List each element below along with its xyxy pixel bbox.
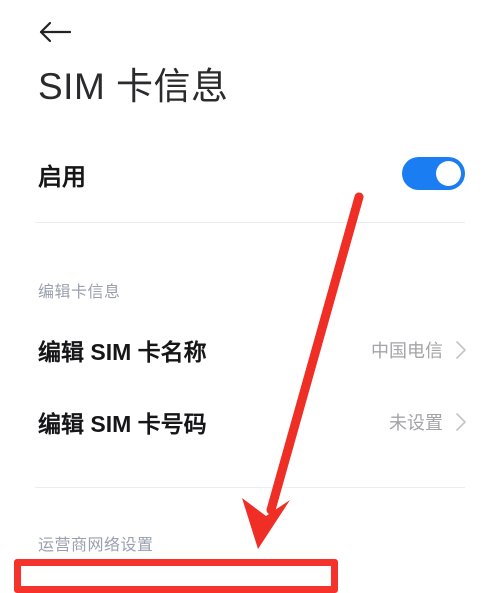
row-edit-sim-name-value: 中国电信 bbox=[371, 341, 443, 361]
toggle-knob bbox=[436, 161, 461, 186]
row-edit-sim-number-right: 未设置 bbox=[389, 394, 467, 450]
row-edit-sim-number-label: 编辑 SIM 卡号码 bbox=[38, 411, 207, 437]
arrow-left-icon bbox=[38, 21, 71, 43]
enable-sim-label: 启用 bbox=[38, 163, 86, 191]
row-edit-sim-number[interactable]: 编辑 SIM 卡号码 未设置 bbox=[0, 394, 500, 450]
back-button[interactable] bbox=[32, 12, 76, 52]
row-edit-sim-name-right: 中国电信 bbox=[371, 322, 467, 378]
divider-top bbox=[35, 222, 465, 223]
chevron-right-icon bbox=[455, 340, 467, 360]
sim-card-info-screen: SIM 卡信息 启用 编辑卡信息 编辑 SIM 卡名称 中国电信 编辑 SIM … bbox=[0, 0, 500, 593]
row-edit-sim-number-value: 未设置 bbox=[389, 413, 443, 433]
divider-bottom bbox=[35, 487, 465, 488]
section-header-edit-card-info: 编辑卡信息 bbox=[38, 284, 121, 301]
red-annotation-highlight-box bbox=[14, 559, 338, 593]
section-header-carrier-network-settings: 运营商网络设置 bbox=[38, 537, 154, 554]
top-app-bar bbox=[0, 0, 500, 60]
enable-sim-row[interactable]: 启用 bbox=[0, 146, 500, 202]
page-title: SIM 卡信息 bbox=[38, 66, 229, 107]
chevron-right-icon bbox=[455, 412, 467, 432]
enable-sim-toggle[interactable] bbox=[402, 157, 465, 190]
row-edit-sim-name[interactable]: 编辑 SIM 卡名称 中国电信 bbox=[0, 322, 500, 378]
row-edit-sim-name-label: 编辑 SIM 卡名称 bbox=[38, 339, 207, 365]
